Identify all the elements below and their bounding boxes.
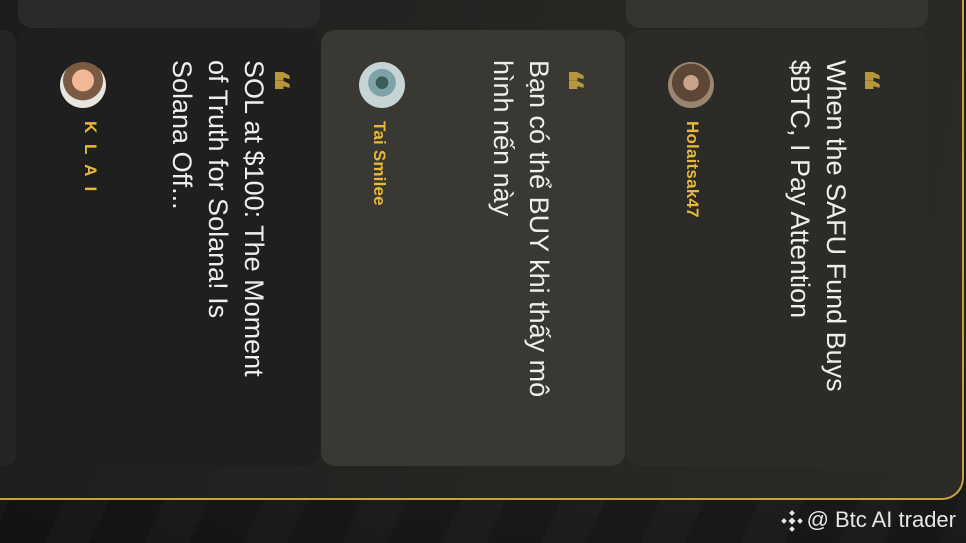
- avatar: [359, 62, 405, 108]
- avatar: [60, 62, 106, 108]
- watermark: @ Btc AI trader: [780, 507, 956, 533]
- watermark-name: Btc AI trader: [834, 507, 956, 532]
- binance-logo-icon: [780, 510, 803, 532]
- post-card[interactable]: ❝ Bạn có thể BUY khi thấy mô hình nến nà…: [321, 30, 625, 466]
- watermark-at: @: [806, 507, 829, 532]
- post-text: Bạn có thể BUY khi thấy mô hình nến này: [488, 60, 554, 398]
- post-author[interactable]: Holaitsak47: [682, 121, 702, 218]
- post-text: When the SAFU Fund Buys $BTC, I Pay Atte…: [785, 60, 851, 392]
- avatar: [668, 62, 714, 108]
- post-card-partial[interactable]: [626, 0, 928, 28]
- post-card-partial[interactable]: [0, 30, 16, 466]
- post-card[interactable]: ❝ When the SAFU Fund Buys $BTC, I Pay At…: [626, 30, 928, 466]
- post-card-partial[interactable]: [18, 0, 320, 28]
- post-author[interactable]: Tai Smilee: [369, 121, 389, 206]
- post-card[interactable]: ❝ SOL at $100: The Moment of Truth for S…: [16, 30, 320, 466]
- post-author[interactable]: K L A I: [80, 121, 100, 194]
- post-text: SOL at $100: The Moment of Truth for Sol…: [167, 60, 269, 377]
